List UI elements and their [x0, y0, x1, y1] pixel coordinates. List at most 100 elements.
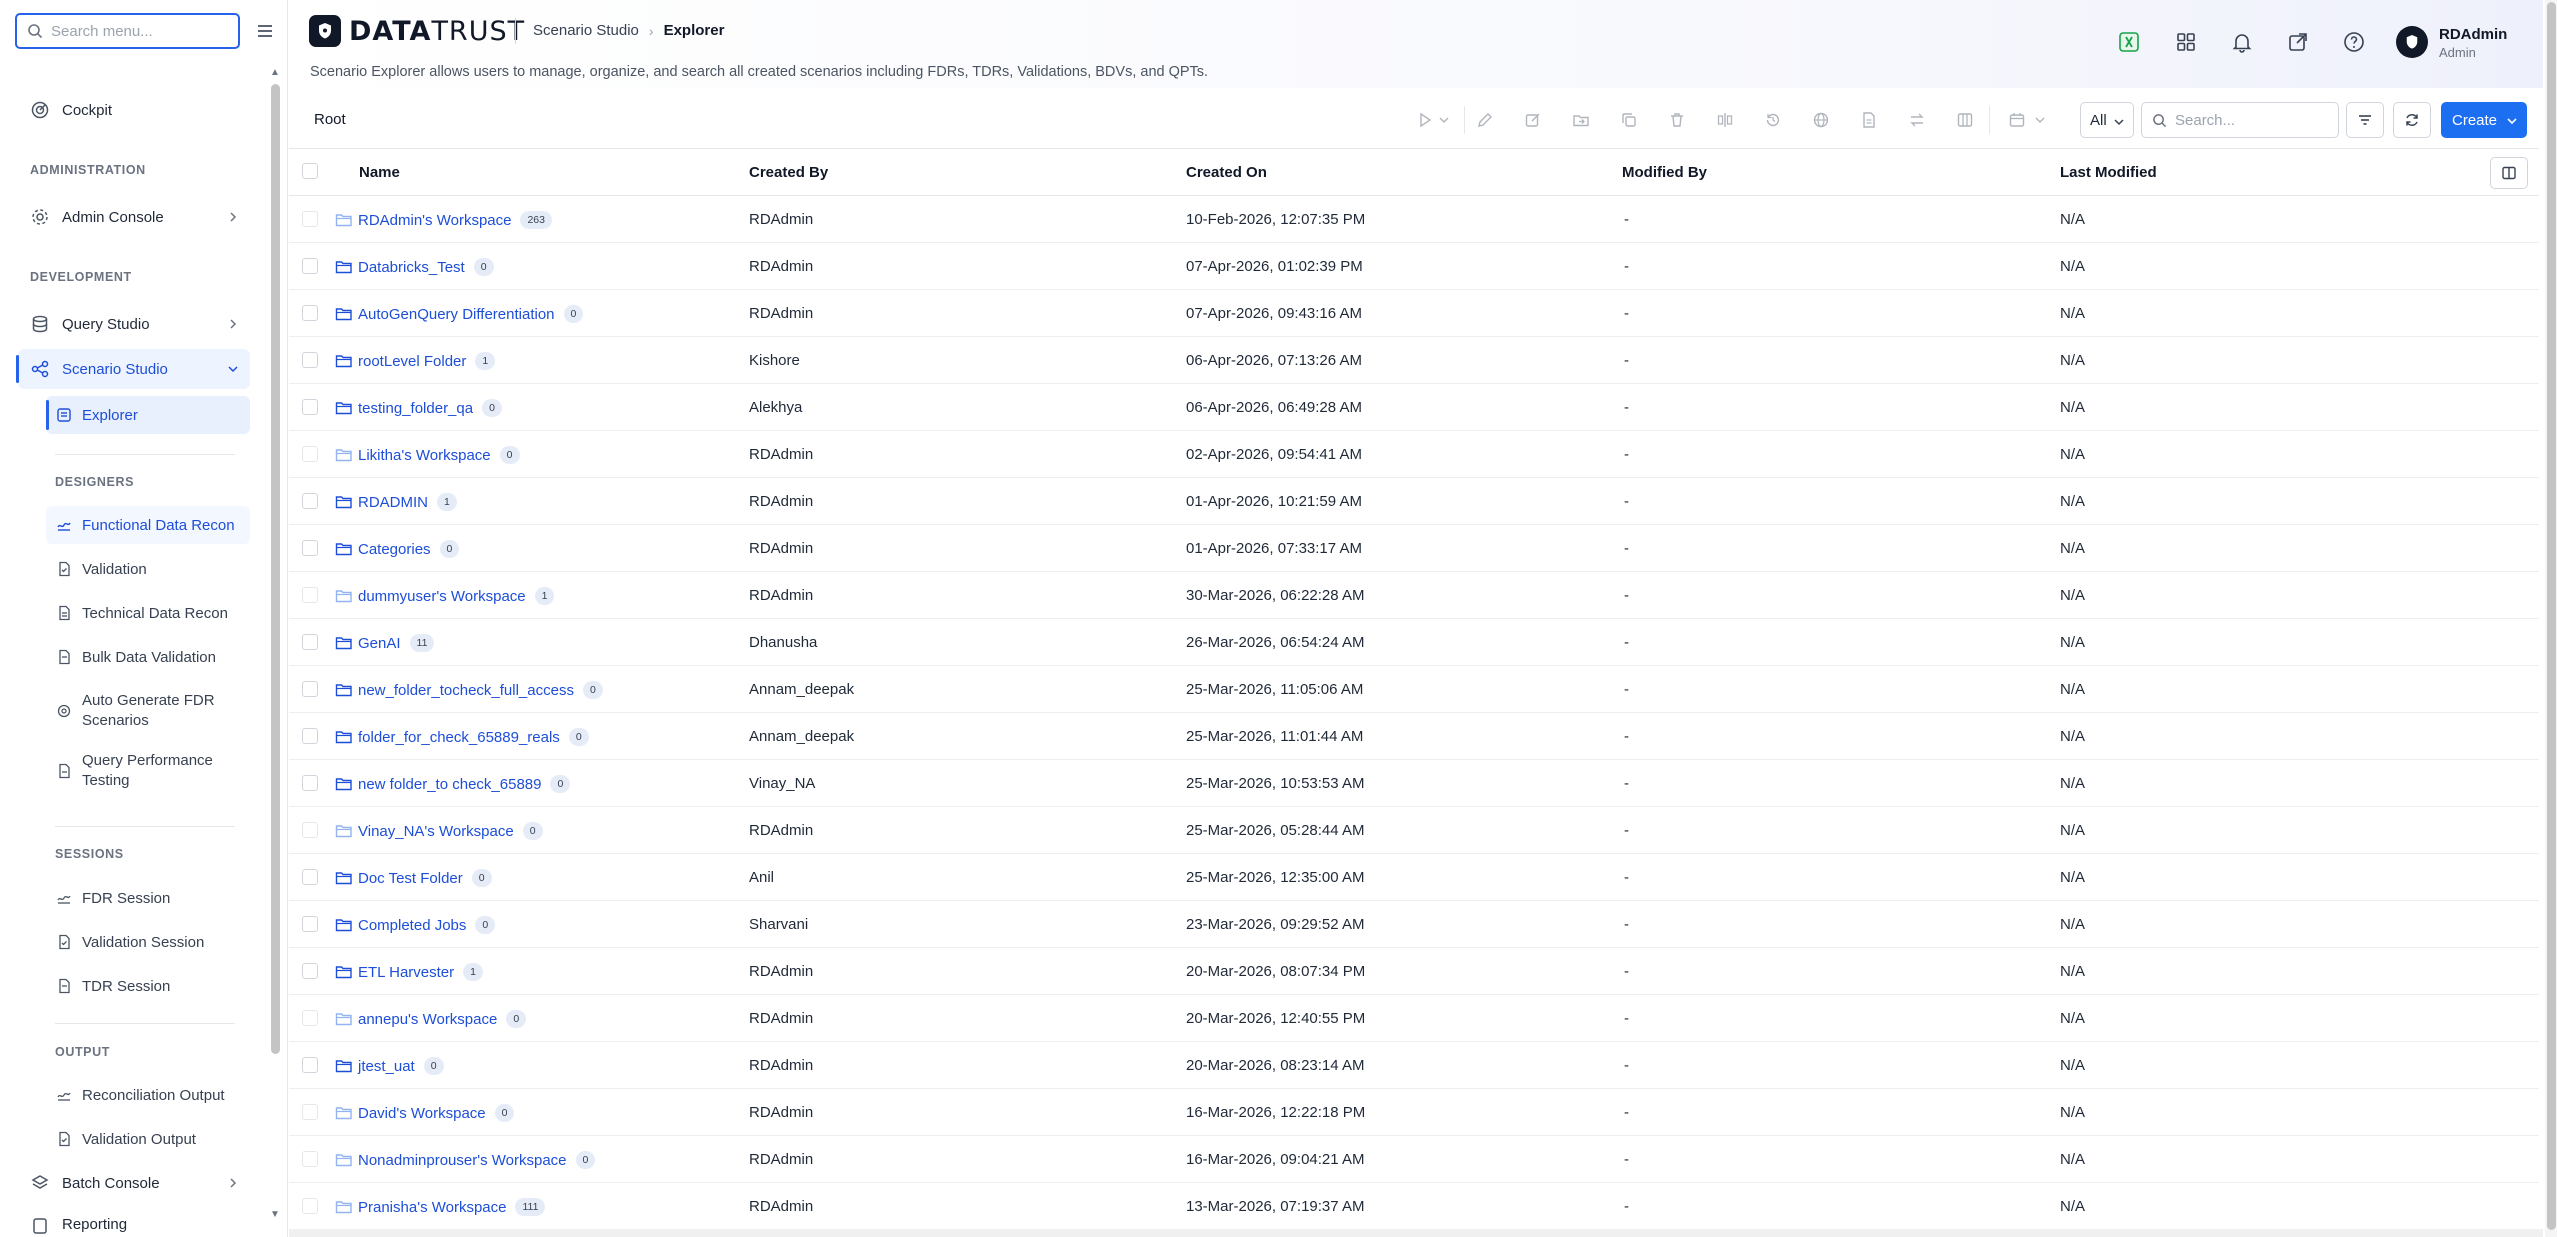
folder-name-link[interactable]: Pranisha's Workspace 111: [358, 1198, 546, 1216]
table-row[interactable]: RDADMIN 1 RDAdmin 01-Apr-2026, 10:21:59 AM -…: [289, 478, 2539, 525]
sidebar-item-technical-data-recon[interactable]: Technical Data Recon: [46, 594, 250, 632]
date-filter-button[interactable]: [2003, 106, 2031, 134]
folder-name-link[interactable]: dummyuser's Workspace 1: [358, 587, 555, 605]
row-checkbox[interactable]: [302, 1198, 318, 1214]
row-checkbox[interactable]: [302, 681, 318, 697]
folder-name-link[interactable]: Databricks_Test 0: [358, 258, 494, 276]
table-row[interactable]: Nonadminprouser's Workspace 0 RDAdmin 16-Ma…: [289, 1136, 2539, 1183]
folder-icon[interactable]: [335, 822, 352, 839]
folder-name-link[interactable]: Completed Jobs 0: [358, 916, 496, 934]
table-row[interactable]: ETL Harvester 1 RDAdmin 20-Mar-2026, 08:07:…: [289, 948, 2539, 995]
folder-icon[interactable]: [335, 1057, 352, 1074]
table-row[interactable]: Likitha's Workspace 0 RDAdmin 02-Apr-2026, …: [289, 431, 2539, 478]
folder-icon[interactable]: [335, 258, 352, 275]
external-link-icon[interactable]: [2286, 30, 2310, 54]
folder-name-link[interactable]: new_folder_tocheck_full_access 0: [358, 681, 603, 699]
table-search-input[interactable]: [2175, 111, 2325, 129]
row-checkbox[interactable]: [302, 869, 318, 885]
sidebar-item-batch-console[interactable]: Batch Console: [18, 1163, 250, 1203]
row-checkbox[interactable]: [302, 963, 318, 979]
folder-icon[interactable]: [335, 352, 352, 369]
sidebar-scrollbar[interactable]: [271, 84, 280, 1054]
table-search-box[interactable]: [2141, 102, 2339, 138]
folder-icon[interactable]: [335, 1151, 352, 1168]
folder-name-link[interactable]: David's Workspace 0: [358, 1104, 515, 1122]
sidebar-item-reconciliation-output[interactable]: Reconciliation Output: [46, 1076, 250, 1114]
publish-button[interactable]: [1807, 106, 1835, 134]
main-scrollbar[interactable]: [2547, 2, 2556, 1230]
folder-name-link[interactable]: Likitha's Workspace 0: [358, 446, 520, 464]
menu-search-box[interactable]: [15, 13, 240, 49]
table-row[interactable]: folder_for_check_65889_reals 0 Annam_deepa…: [289, 713, 2539, 760]
table-row[interactable]: new folder_to check_65889 0 Vinay_NA 25-Mar…: [289, 760, 2539, 807]
avatar[interactable]: [2396, 26, 2428, 58]
table-row[interactable]: testing_folder_qa 0 Alekhya 06-Apr-2026, 06…: [289, 384, 2539, 431]
row-checkbox[interactable]: [302, 258, 318, 274]
row-checkbox[interactable]: [302, 540, 318, 556]
bell-icon[interactable]: [2230, 30, 2254, 54]
table-row[interactable]: jtest_uat 0 RDAdmin 20-Mar-2026, 08:23:14 A…: [289, 1042, 2539, 1089]
folder-icon[interactable]: [335, 493, 352, 510]
table-row[interactable]: Pranisha's Workspace 111 RDAdmin 13-Mar-202…: [289, 1183, 2539, 1230]
folder-icon[interactable]: [335, 540, 352, 557]
breadcrumb-scenario-studio[interactable]: Scenario Studio: [533, 22, 639, 39]
report-button[interactable]: [1855, 106, 1883, 134]
row-checkbox[interactable]: [302, 822, 318, 838]
menu-search-input[interactable]: [51, 22, 221, 40]
table-row[interactable]: new_folder_tocheck_full_access 0 Annam_dee…: [289, 666, 2539, 713]
help-icon[interactable]: [2342, 30, 2366, 54]
folder-name-link[interactable]: rootLevel Folder 1: [358, 352, 496, 370]
folder-name-link[interactable]: jtest_uat 0: [358, 1057, 444, 1075]
table-row[interactable]: GenAI 11 Dhanusha 26-Mar-2026, 06:54:24 AM -…: [289, 619, 2539, 666]
compare-button[interactable]: [1711, 106, 1739, 134]
row-checkbox[interactable]: [302, 399, 318, 415]
sidebar-item-reporting[interactable]: Reporting: [18, 1208, 250, 1237]
table-row[interactable]: Vinay_NA's Workspace 0 RDAdmin 25-Mar-2026,…: [289, 807, 2539, 854]
folder-name-link[interactable]: Categories 0: [358, 540, 460, 558]
layout-button[interactable]: [1951, 106, 1979, 134]
folder-icon[interactable]: [335, 869, 352, 886]
row-checkbox[interactable]: [302, 1151, 318, 1167]
folder-icon[interactable]: [335, 728, 352, 745]
user-name[interactable]: RDAdmin: [2439, 26, 2507, 43]
sidebar-item-functional-data-recon[interactable]: Functional Data Recon: [46, 506, 250, 544]
folder-name-link[interactable]: testing_folder_qa 0: [358, 399, 502, 417]
folder-name-link[interactable]: Vinay_NA's Workspace 0: [358, 822, 543, 840]
horizontal-scrollbar[interactable]: [289, 1229, 2543, 1237]
edit-button[interactable]: [1519, 106, 1547, 134]
folder-name-link[interactable]: GenAI 11: [358, 634, 435, 652]
row-checkbox[interactable]: [302, 775, 318, 791]
folder-icon[interactable]: [335, 587, 352, 604]
sidebar-item-validation-session[interactable]: Validation Session: [46, 923, 250, 961]
column-header-created-by[interactable]: Created By: [749, 164, 828, 181]
folder-name-link[interactable]: Doc Test Folder 0: [358, 869, 492, 887]
row-checkbox[interactable]: [302, 587, 318, 603]
excel-icon[interactable]: [2117, 30, 2141, 54]
folder-name-link[interactable]: RDADMIN 1: [358, 493, 457, 511]
sidebar-item-auto-generate-fdr[interactable]: Auto Generate FDR Scenarios: [46, 688, 250, 734]
sidebar-item-explorer[interactable]: Explorer: [46, 396, 250, 434]
history-button[interactable]: [1759, 106, 1787, 134]
column-header-modified-by[interactable]: Modified By: [1622, 164, 1707, 181]
table-row[interactable]: dummyuser's Workspace 1 RDAdmin 30-Mar-2026…: [289, 572, 2539, 619]
folder-icon[interactable]: [335, 634, 352, 651]
sidebar-item-admin-console[interactable]: Admin Console: [18, 197, 250, 237]
column-settings-button[interactable]: [2490, 157, 2528, 189]
sidebar-item-query-performance-testing[interactable]: Query Performance Testing: [46, 748, 250, 794]
column-header-name[interactable]: Name: [359, 164, 400, 181]
table-row[interactable]: RDAdmin's Workspace 263 RDAdmin 10-Feb-2026…: [289, 196, 2539, 243]
sidebar-item-query-studio[interactable]: Query Studio: [18, 304, 250, 344]
date-filter-dropdown[interactable]: [2031, 106, 2049, 134]
row-checkbox[interactable]: [302, 446, 318, 462]
table-row[interactable]: Completed Jobs 0 Sharvani 23-Mar-2026, 09:2…: [289, 901, 2539, 948]
folder-icon[interactable]: [335, 211, 352, 228]
type-filter-select[interactable]: All: [2080, 102, 2134, 138]
row-checkbox[interactable]: [302, 1010, 318, 1026]
folder-name-link[interactable]: ETL Harvester 1: [358, 963, 483, 981]
filter-button[interactable]: [2346, 102, 2384, 138]
folder-icon[interactable]: [335, 775, 352, 792]
create-button[interactable]: Create: [2441, 102, 2527, 138]
refresh-button[interactable]: [2393, 102, 2431, 138]
rename-button[interactable]: [1471, 106, 1499, 134]
table-row[interactable]: David's Workspace 0 RDAdmin 16-Mar-2026, 12…: [289, 1089, 2539, 1136]
